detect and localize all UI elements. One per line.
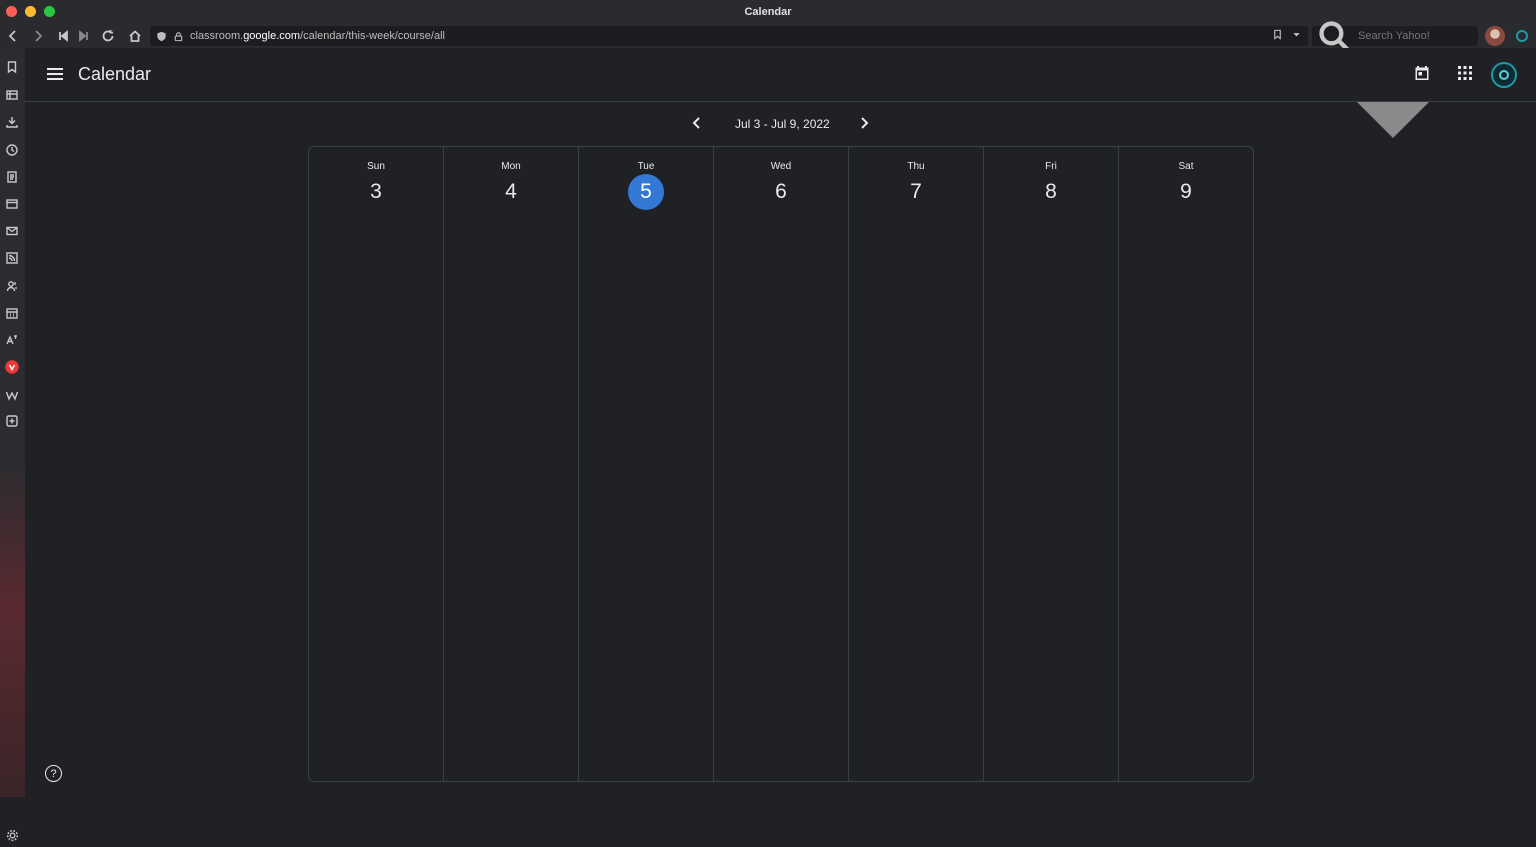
previous-week-button[interactable] (687, 113, 707, 133)
day-name: Sat (1178, 161, 1194, 172)
day-name: Thu (907, 161, 925, 172)
downloads-icon[interactable] (5, 115, 19, 129)
calendar-icon (1415, 66, 1429, 80)
skip-forward-icon (79, 30, 88, 42)
today-day-number: 5 (628, 174, 664, 210)
reload-icon (102, 30, 114, 42)
help-button[interactable]: ? (45, 765, 62, 782)
bookmark-icon[interactable] (1272, 29, 1283, 40)
feeds-icon[interactable] (5, 251, 19, 265)
day-column-wed[interactable]: Wed 6 (714, 147, 849, 781)
dropdown-arrow-icon[interactable] (1291, 29, 1302, 40)
day-column-mon[interactable]: Mon 4 (444, 147, 579, 781)
reading-list-icon[interactable] (5, 88, 19, 102)
chevron-left-icon (692, 117, 700, 129)
minimize-window-button[interactable] (25, 6, 36, 17)
calendar-button[interactable] (1413, 64, 1435, 86)
day-name: Tue (637, 161, 655, 172)
hamburger-icon-bar (47, 78, 63, 80)
notes-icon[interactable] (5, 170, 19, 184)
day-number: 6 (775, 180, 787, 203)
page-title: Calendar (78, 64, 152, 84)
window-title: Calendar (744, 6, 792, 18)
window-panel-icon[interactable] (5, 197, 19, 211)
url-path: /calendar/this-week/course/all (300, 30, 445, 42)
extension-icon[interactable] (1516, 30, 1528, 42)
day-column-thu[interactable]: Thu 7 (849, 147, 984, 781)
lock-icon (174, 31, 183, 41)
week-range-label: Jul 3 - Jul 9, 2022 (735, 117, 830, 131)
reload-button[interactable] (97, 25, 119, 47)
account-avatar[interactable] (1491, 62, 1517, 88)
hamburger-icon-bar (47, 73, 63, 75)
day-name: Wed (770, 161, 792, 172)
home-icon (129, 30, 141, 42)
url-prefix: classroom. (190, 30, 244, 42)
skip-back-icon (59, 30, 68, 42)
history-icon[interactable] (5, 143, 19, 157)
bookmarks-panel-icon[interactable] (5, 60, 19, 74)
search-engine-box[interactable] (1312, 20, 1478, 138)
contacts-icon[interactable] (5, 279, 19, 293)
url-actions (1272, 29, 1302, 40)
window-titlebar: Calendar (0, 0, 1536, 24)
day-name: Sun (367, 161, 385, 172)
url-text[interactable]: classroom.google.com/calendar/this-week/… (190, 30, 445, 42)
back-button[interactable] (2, 25, 24, 47)
rewind-button[interactable] (52, 25, 74, 47)
window-controls (6, 6, 55, 17)
account-logo-icon (1499, 70, 1509, 80)
day-column-sat[interactable]: Sat 9 (1119, 147, 1253, 781)
apps-grid-icon (1458, 66, 1472, 80)
day-name: Fri (1045, 161, 1057, 172)
browser-sidebar (0, 48, 25, 842)
week-navigation: Jul 3 - Jul 9, 2022 (25, 103, 1536, 143)
url-domain: google.com (243, 30, 301, 42)
day-column-fri[interactable]: Fri 8 (984, 147, 1119, 781)
vivaldi-icon[interactable] (5, 360, 19, 374)
settings-gear-icon[interactable] (6, 829, 19, 842)
profile-avatar[interactable] (1485, 26, 1505, 46)
chevron-right-icon (861, 117, 869, 129)
forward-button[interactable] (27, 25, 49, 47)
day-number: 9 (1180, 180, 1192, 203)
chevron-right-icon (35, 30, 43, 42)
home-button[interactable] (124, 25, 146, 47)
day-name: Mon (501, 161, 521, 172)
calendar-panel-icon[interactable] (5, 306, 19, 320)
google-apps-button[interactable] (1456, 64, 1478, 86)
fast-forward-button[interactable] (73, 25, 95, 47)
shield-icon (157, 31, 166, 41)
add-panel-icon[interactable] (5, 414, 19, 428)
address-bar[interactable]: classroom.google.com/calendar/this-week/… (150, 26, 1308, 46)
translate-icon[interactable] (5, 333, 19, 347)
next-week-button[interactable] (854, 113, 874, 133)
close-window-button[interactable] (6, 6, 17, 17)
main-menu-button[interactable] (45, 65, 65, 85)
day-number: 3 (370, 180, 382, 203)
day-number: 7 (910, 180, 922, 203)
day-number: 4 (505, 180, 517, 203)
week-calendar-grid: Sun 3 Mon 4 Tue 5 Wed 6 Thu 7 Fri 8 Sat … (308, 146, 1254, 782)
day-column-sun[interactable]: Sun 3 (309, 147, 444, 781)
app-header: Calendar (25, 48, 1536, 102)
hamburger-icon (47, 68, 63, 70)
day-column-tue[interactable]: Tue 5 (579, 147, 714, 781)
browser-toolbar: classroom.google.com/calendar/this-week/… (0, 20, 1536, 138)
zoom-window-button[interactable] (44, 6, 55, 17)
wikipedia-icon[interactable] (5, 388, 19, 402)
day-number: 8 (1045, 180, 1057, 203)
mail-icon[interactable] (5, 224, 19, 238)
chevron-left-icon (8, 30, 16, 42)
